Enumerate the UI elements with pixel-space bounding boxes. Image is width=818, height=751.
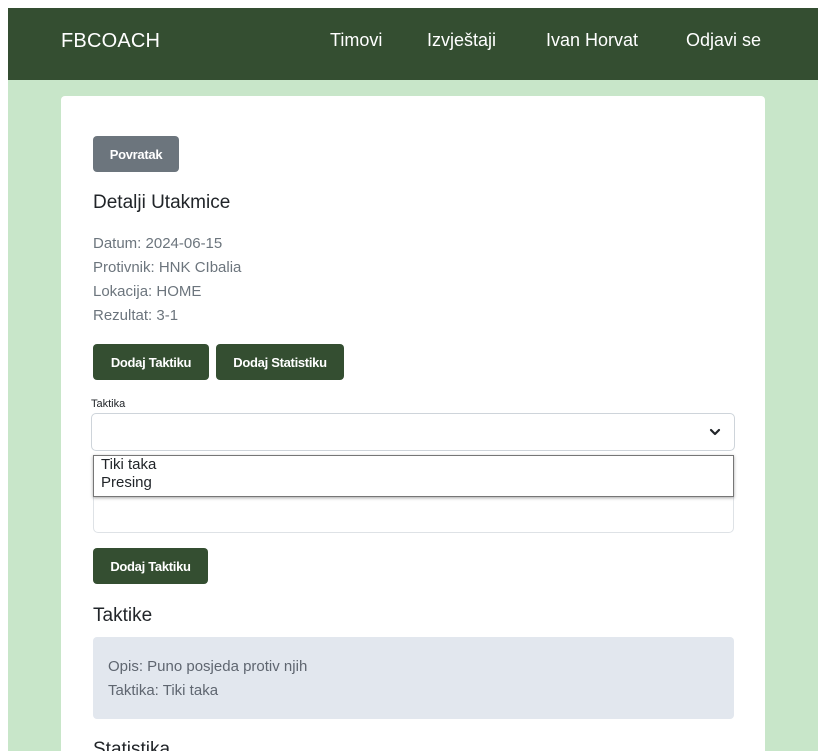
tactic-select[interactable] (91, 413, 735, 451)
statistics-heading: Statistika (93, 739, 171, 751)
add-tactic-toggle-button[interactable]: Dodaj Taktiku (93, 344, 209, 380)
navbar: FBCOACH Timovi Izvještaji Ivan Horvat Od… (8, 8, 818, 80)
brand-logo[interactable]: FBCOACH (61, 30, 160, 53)
tactic-dropdown-list: Tiki taka Presing (93, 455, 734, 497)
add-statistics-button[interactable]: Dodaj Statistiku (216, 344, 344, 380)
back-button[interactable]: Povratak (93, 136, 179, 172)
tactic-select-label: Taktika (91, 398, 126, 410)
tactic-name: Taktika: Tiki taka (108, 682, 219, 699)
match-date: Datum: 2024-06-15 (93, 235, 223, 252)
match-location: Lokacija: HOME (93, 283, 202, 300)
match-details-card: Povratak Detalji Utakmice Datum: 2024-06… (61, 96, 765, 751)
nav-link-logout[interactable]: Odjavi se (686, 30, 761, 51)
tactics-heading: Taktike (93, 605, 153, 626)
dropdown-option-tiki-taka[interactable]: Tiki taka (94, 456, 733, 474)
chevron-down-icon (709, 428, 721, 436)
match-opponent: Protivnik: HNK CIbalia (93, 259, 242, 276)
tactic-description: Opis: Puno posjeda protiv njih (108, 658, 308, 675)
match-result: Rezultat: 3-1 (93, 307, 179, 324)
nav-link-user[interactable]: Ivan Horvat (546, 30, 638, 51)
tactic-item: Opis: Puno posjeda protiv njih Taktika: … (93, 637, 734, 719)
dropdown-option-presing[interactable]: Presing (94, 474, 733, 492)
submit-tactic-button[interactable]: Dodaj Taktiku (93, 548, 208, 584)
page-background: FBCOACH Timovi Izvještaji Ivan Horvat Od… (8, 8, 818, 751)
page-title: Detalji Utakmice (93, 192, 231, 213)
nav-link-izvjestaji[interactable]: Izvještaji (427, 30, 496, 51)
nav-link-timovi[interactable]: Timovi (330, 30, 382, 51)
description-textarea[interactable] (93, 491, 734, 533)
